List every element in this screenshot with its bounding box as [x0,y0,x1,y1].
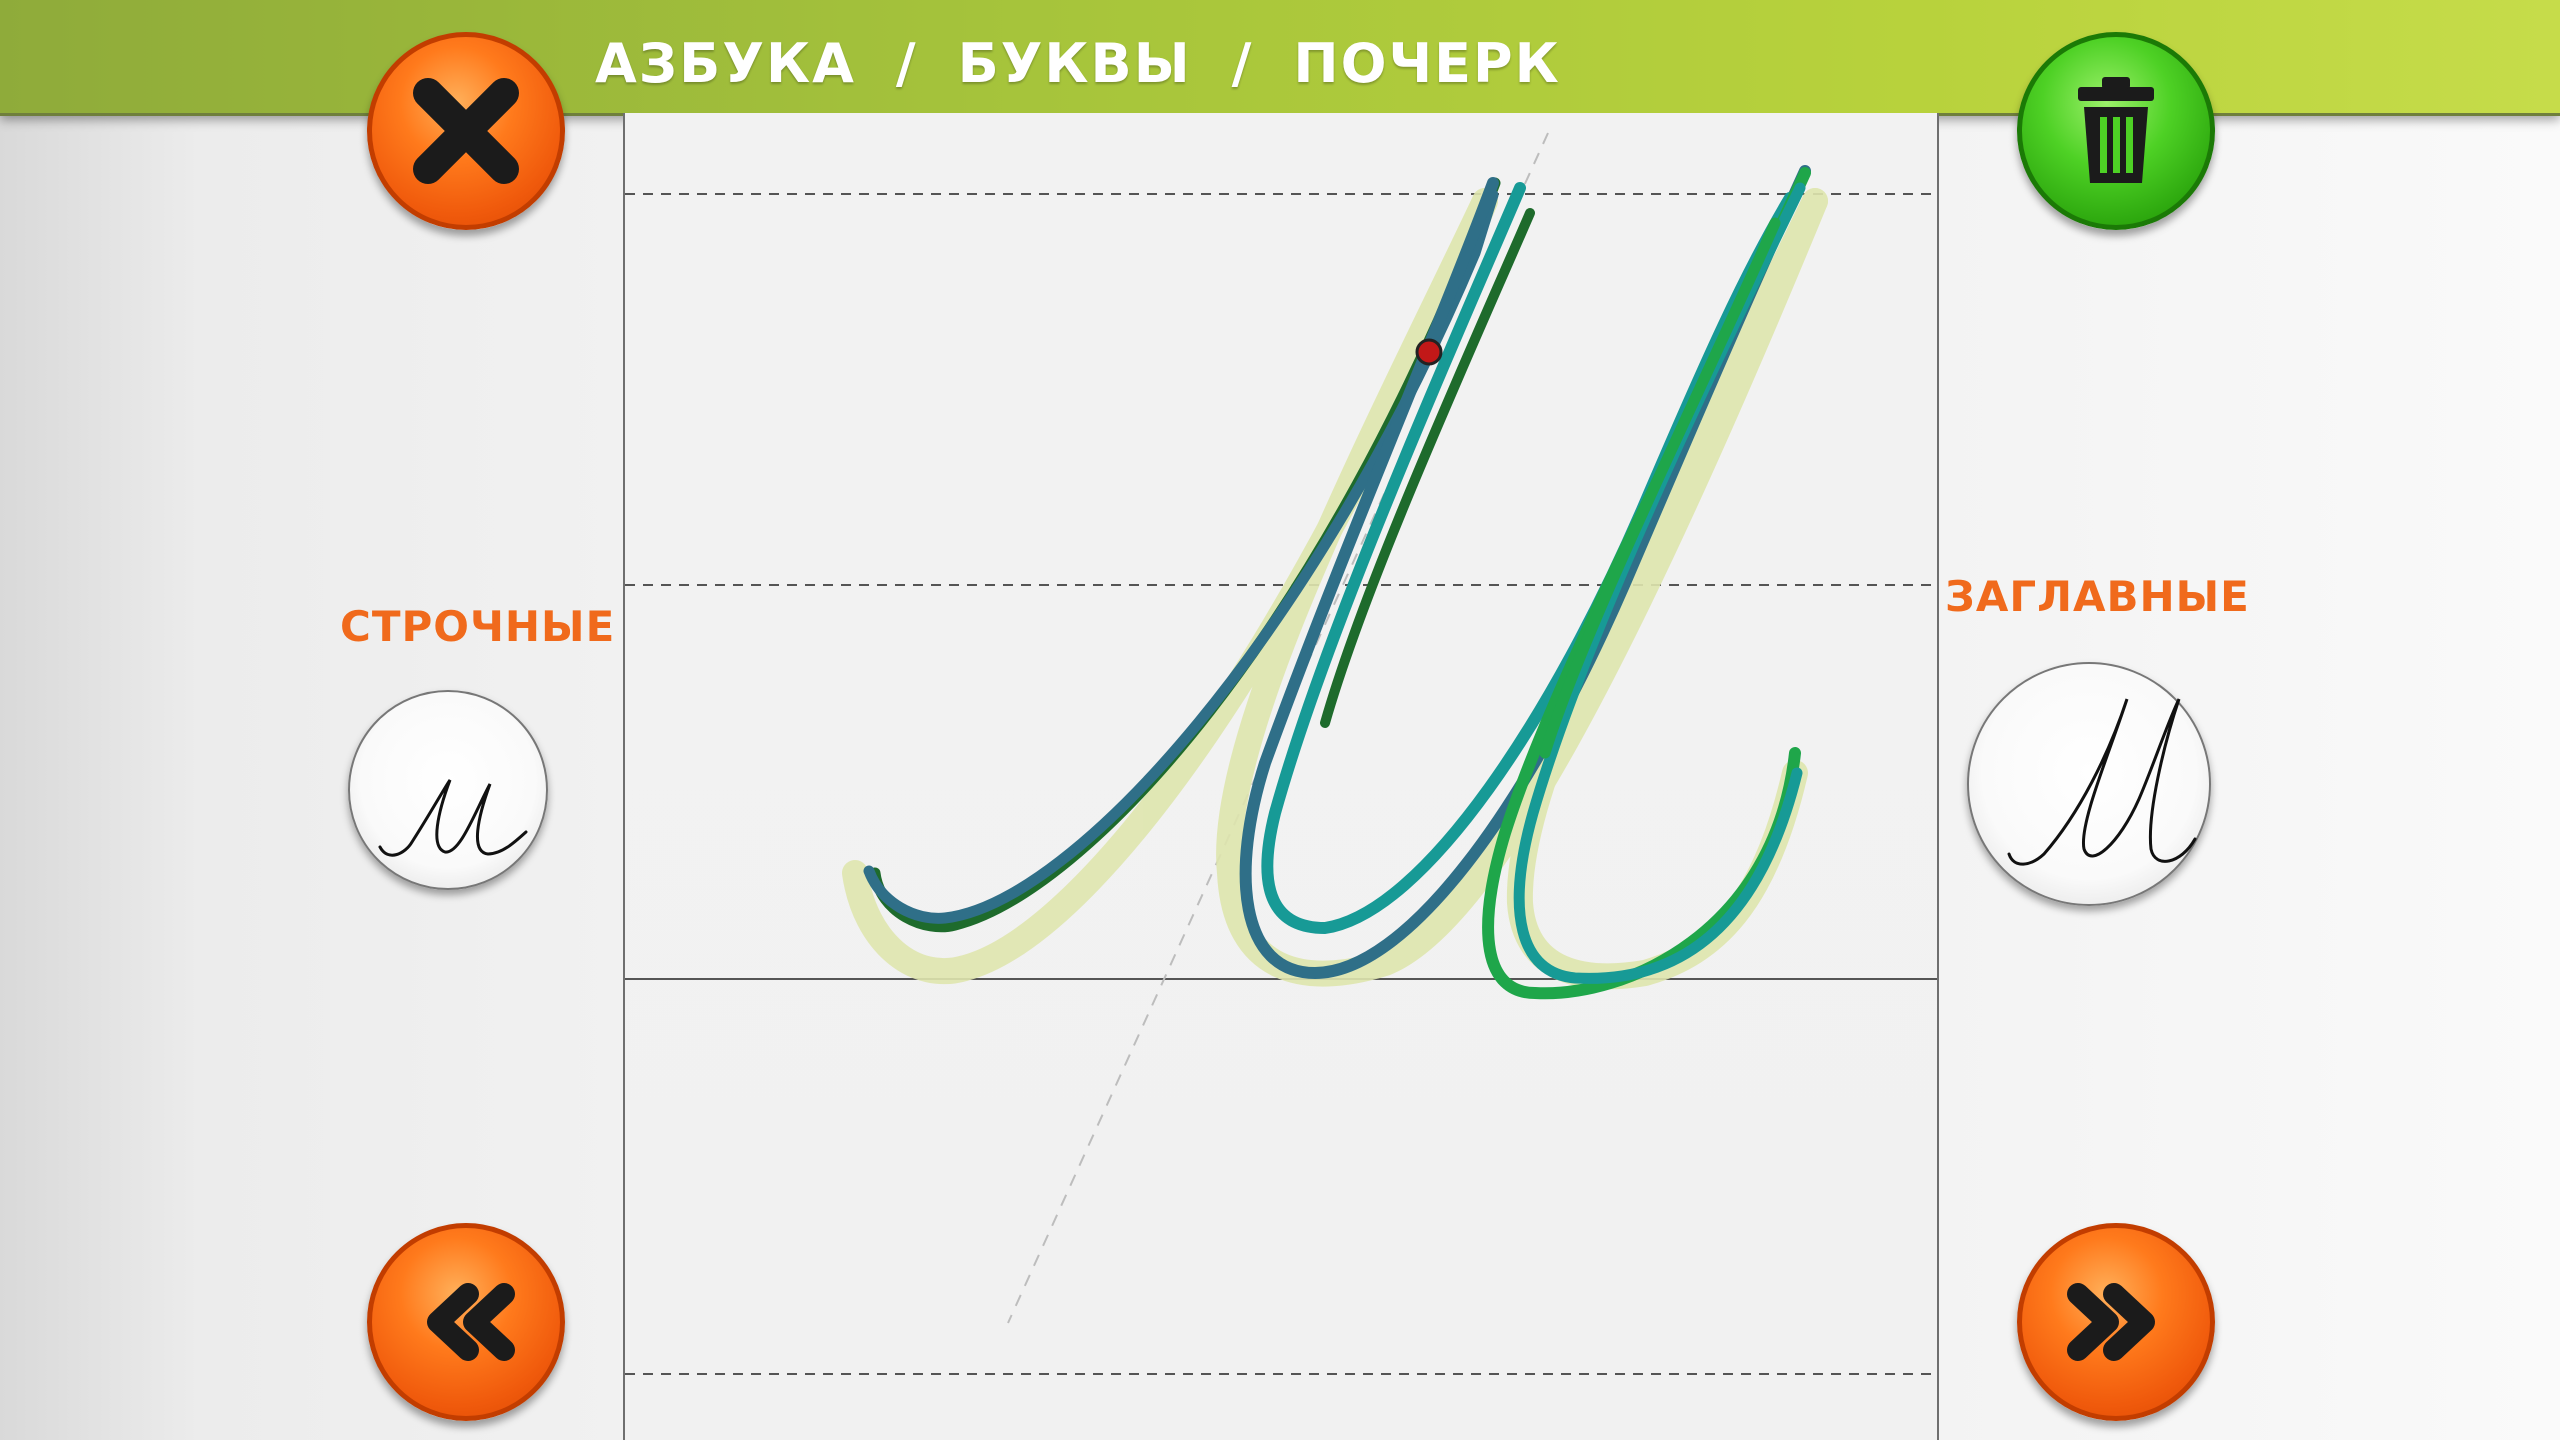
breadcrumb: АЗБУКА / БУКВЫ / ПОЧЕРК [595,28,1561,98]
breadcrumb-item-handwriting: ПОЧЕРК [1293,31,1561,95]
double-chevron-right-icon [2067,1283,2155,1361]
next-letter-button[interactable] [2017,1223,2215,1421]
pen-position-marker [1415,338,1443,366]
uppercase-letter-sample [2007,698,2197,866]
close-button[interactable] [367,32,565,230]
double-chevron-left-icon [427,1283,515,1361]
uppercase-sample-button[interactable] [1967,662,2211,906]
breadcrumb-separator: / [1231,31,1254,95]
lowercase-label: СТРОЧНЫЕ [340,602,616,651]
breadcrumb-item-alphabet[interactable]: АЗБУКА [595,32,856,95]
letter-drawing [842,165,1828,1000]
previous-letter-button[interactable] [367,1223,565,1421]
writing-canvas[interactable] [623,113,1939,1440]
close-x-icon [413,78,519,184]
trash-icon [2078,77,2154,183]
breadcrumb-separator: / [895,31,918,95]
clear-drawing-button[interactable] [2017,32,2215,230]
breadcrumb-item-letters[interactable]: БУКВЫ [958,32,1192,95]
uppercase-label: ЗАГЛАВНЫЕ [1945,572,2250,621]
lowercase-letter-sample [378,779,528,857]
lowercase-sample-button[interactable] [348,690,548,890]
